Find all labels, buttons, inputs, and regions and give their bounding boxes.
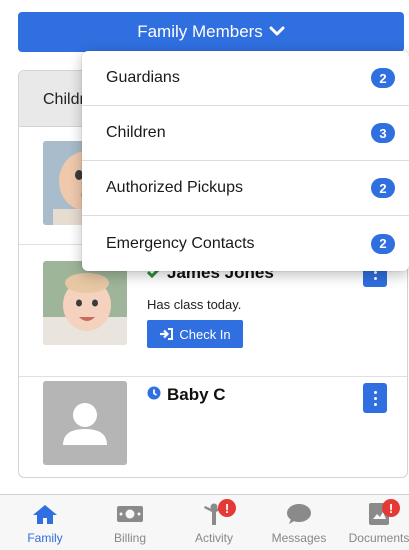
family-members-dropdown-button[interactable]: Family Members: [18, 12, 404, 52]
tab-messages[interactable]: Messages: [258, 501, 340, 549]
placeholder-avatar: [43, 381, 127, 465]
home-icon: [32, 501, 58, 527]
document-icon: !: [368, 499, 400, 527]
count-badge: 3: [371, 123, 395, 143]
sign-in-icon: [160, 328, 174, 340]
bottom-tab-bar: Family Billing ! Activity Messages ! Doc…: [0, 494, 409, 550]
tab-family[interactable]: Family: [4, 501, 86, 549]
child-photo: [43, 261, 127, 345]
user-silhouette-icon: [43, 381, 127, 465]
menu-item-emergency-contacts[interactable]: Emergency Contacts 2: [82, 216, 409, 271]
dot-icon: [373, 390, 377, 394]
menu-item-label: Authorized Pickups: [106, 179, 243, 196]
tab-billing[interactable]: Billing: [89, 501, 171, 549]
header-title: Family Members: [137, 22, 263, 41]
tab-label: Messages: [271, 531, 327, 545]
dot-icon: [373, 396, 377, 400]
tab-label: Family: [27, 531, 63, 545]
menu-item-guardians[interactable]: Guardians 2: [82, 51, 409, 106]
child-name: Baby C: [147, 385, 226, 405]
tab-documents[interactable]: ! Documents: [338, 499, 409, 549]
money-icon: [116, 501, 144, 527]
menu-item-label: Emergency Contacts: [106, 234, 255, 252]
count-badge: 2: [371, 68, 395, 88]
menu-item-children[interactable]: Children 3: [82, 106, 409, 161]
menu-item-label: Children: [106, 124, 166, 141]
tab-activity[interactable]: ! Activity: [173, 499, 255, 549]
family-members-menu: Guardians 2 Children 3 Authorized Pickup…: [82, 51, 409, 271]
check-in-label: Check In: [179, 326, 231, 342]
activity-icon: !: [202, 499, 236, 527]
check-in-button[interactable]: Check In: [147, 320, 243, 348]
count-badge: 2: [371, 233, 395, 254]
child-subtitle: Has class today.: [147, 297, 242, 312]
alert-badge: !: [382, 499, 400, 517]
dot-icon: [373, 402, 377, 406]
count-badge: 2: [371, 178, 395, 198]
chat-icon: [286, 501, 312, 527]
menu-item-label: Guardians: [106, 69, 180, 86]
clock-icon: [147, 385, 161, 405]
tab-label: Billing: [113, 531, 146, 545]
alert-badge: !: [218, 499, 236, 517]
more-options-button[interactable]: [363, 383, 387, 413]
tab-label: Activity: [194, 531, 233, 545]
dot-icon: [373, 276, 377, 280]
child-row: Baby C: [19, 377, 407, 477]
chevron-down-icon: [269, 24, 285, 41]
menu-item-authorized-pickups[interactable]: Authorized Pickups 2: [82, 161, 409, 216]
tab-label: Documents: [348, 531, 409, 545]
